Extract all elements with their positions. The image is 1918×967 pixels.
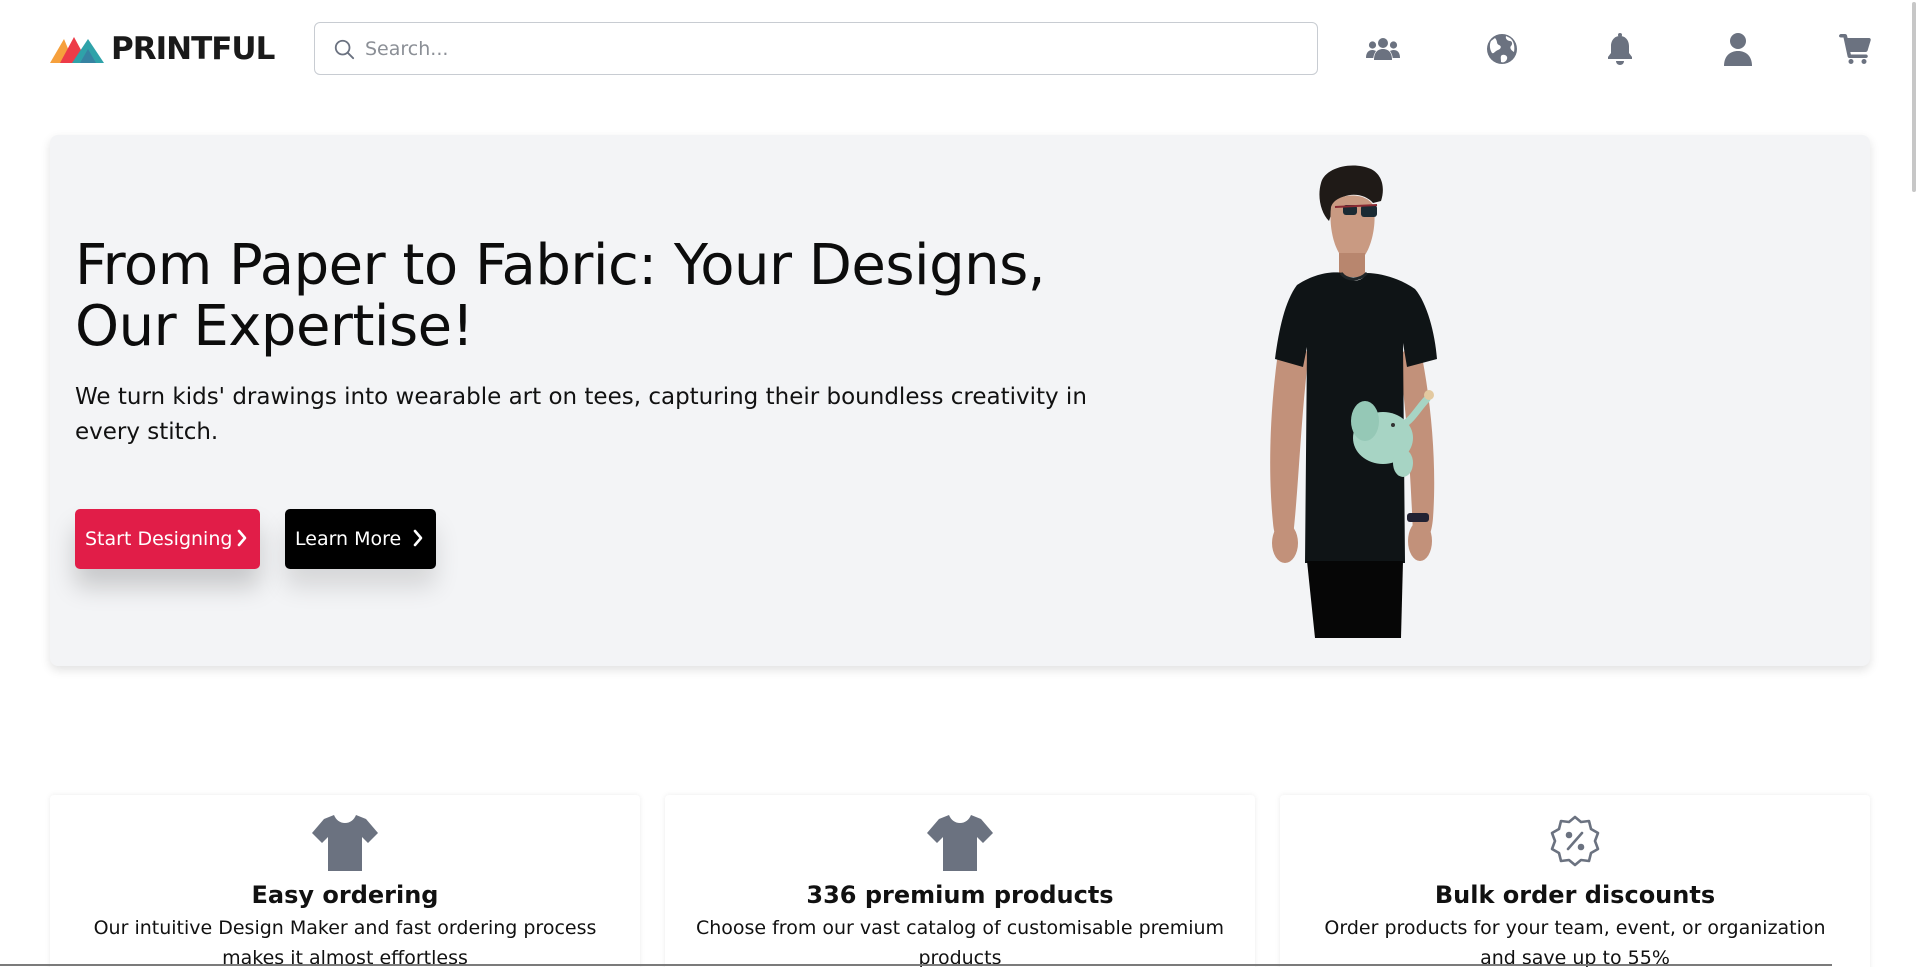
start-designing-label: Start Designing: [85, 528, 233, 550]
tshirt-icon: [927, 815, 993, 871]
feature-title: Easy ordering: [251, 881, 439, 909]
scrollbar-thumb[interactable]: [1912, 2, 1916, 192]
search-bar[interactable]: [314, 22, 1318, 75]
logo-text: PRINTFUL: [111, 31, 275, 67]
logo-mark-icon: [50, 37, 104, 63]
discount-badge-icon: [1550, 815, 1600, 867]
feature-title: 336 premium products: [806, 881, 1114, 909]
bell-icon[interactable]: [1601, 30, 1639, 68]
user-icon[interactable]: [1719, 30, 1757, 68]
feature-title: Bulk order discounts: [1434, 881, 1716, 909]
feature-description: Choose from our vast catalog of customis…: [695, 917, 1225, 967]
feature-card-easy-ordering: Easy ordering Our intuitive Design Maker…: [50, 795, 640, 967]
cart-icon[interactable]: [1836, 30, 1874, 68]
search-input[interactable]: [365, 37, 1265, 60]
chevron-right-icon: [413, 529, 423, 547]
globe-icon[interactable]: [1483, 30, 1521, 68]
chevron-right-icon: [237, 529, 247, 547]
users-icon[interactable]: [1364, 30, 1402, 68]
learn-more-label: Learn More: [295, 528, 402, 550]
hero-subtitle: We turn kids' drawings into wearable art…: [75, 384, 1087, 445]
feature-card-premium-products: 336 premium products Choose from our vas…: [665, 795, 1255, 967]
start-designing-button[interactable]: Start Designing: [75, 509, 260, 569]
feature-card-bulk-discounts: Bulk order discounts Order products for …: [1280, 795, 1870, 967]
tshirt-icon: [312, 815, 378, 871]
hero-model-image: [1270, 165, 1437, 638]
hero-title: From Paper to Fabric: Your Designs, Our …: [75, 233, 1046, 359]
learn-more-button[interactable]: Learn More: [285, 509, 436, 569]
page-scrollbar[interactable]: [1908, 0, 1918, 967]
printful-logo[interactable]: PRINTFUL: [50, 31, 275, 67]
search-icon: [331, 36, 357, 62]
bottom-divider: [0, 964, 1832, 966]
hero-banner: From Paper to Fabric: Your Designs, Our …: [50, 135, 1870, 666]
site-header: PRINTFUL: [0, 0, 1918, 100]
feature-description: Our intuitive Design Maker and fast orde…: [93, 917, 597, 967]
feature-description: Order products for your team, event, or …: [1324, 917, 1826, 967]
